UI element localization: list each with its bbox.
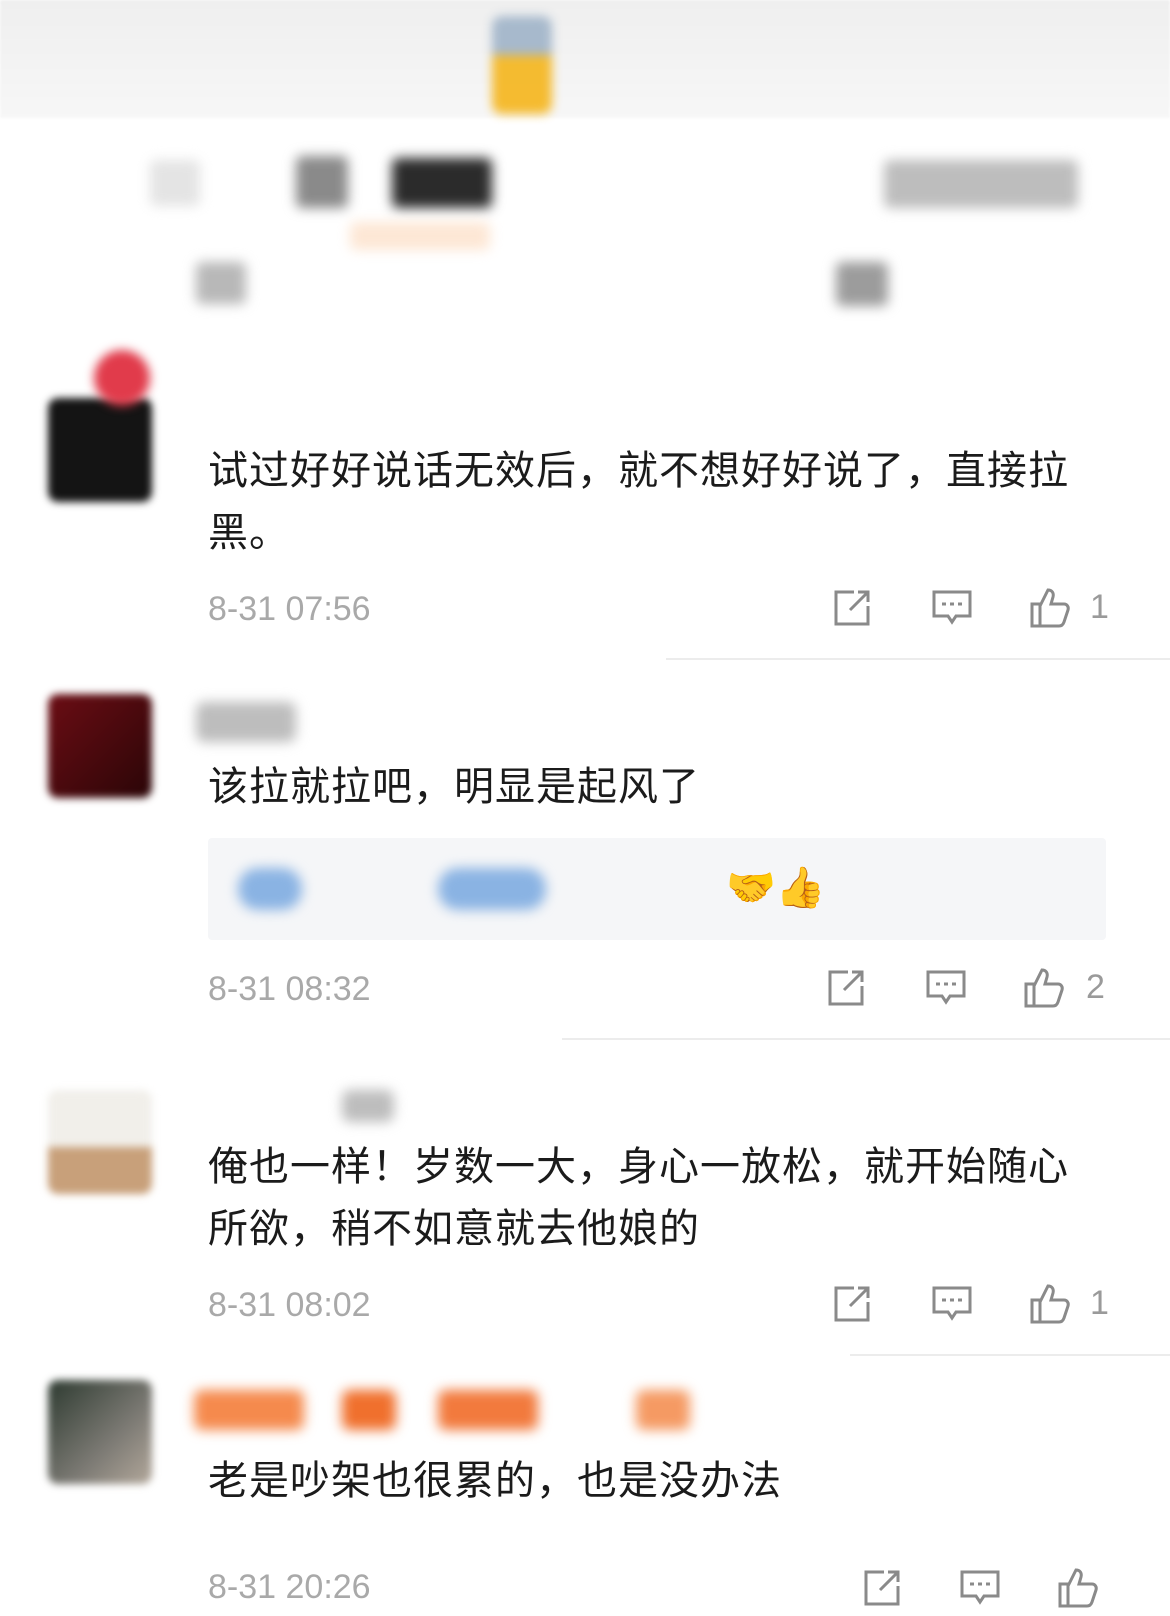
tab-blurred-1[interactable] [296, 156, 348, 208]
quote-emojis: 🤝👍 [726, 865, 826, 911]
username-blurred [342, 1390, 396, 1430]
avatar[interactable] [48, 694, 152, 798]
avatar[interactable] [48, 1380, 152, 1484]
comment-icon[interactable] [930, 1282, 974, 1326]
divider [562, 1038, 1170, 1040]
comment-text: 该拉就拉吧，明显是起风了 [208, 764, 700, 810]
thumbs-up-icon[interactable] [1028, 586, 1072, 630]
comment-icon[interactable] [958, 1566, 1002, 1610]
comment-time: 8-31 08:02 [208, 1286, 371, 1324]
share-icon[interactable] [830, 1282, 874, 1326]
username-blurred[interactable] [196, 702, 296, 742]
blurred-app-icon [492, 16, 552, 114]
comment-icon[interactable] [924, 966, 968, 1010]
share-icon[interactable] [830, 586, 874, 630]
comment-time: 8-31 08:32 [208, 970, 371, 1008]
comment-time: 8-31 07:56 [208, 590, 371, 628]
username-blurred[interactable] [342, 1090, 394, 1122]
blurred-user-link[interactable] [238, 868, 302, 910]
like-count: 2 [1086, 968, 1105, 1006]
comment-text: 老是吵架也很累的，也是没办法 [208, 1458, 782, 1504]
thumbs-up-icon[interactable] [1028, 1282, 1072, 1326]
status-bar [0, 0, 1170, 118]
quoted-reply[interactable]: 🤝👍 [208, 838, 1106, 940]
blurred-user-link[interactable] [438, 868, 546, 910]
comment-icon[interactable] [930, 586, 974, 630]
blurred-sub-item-2[interactable] [836, 262, 888, 306]
like-count: 1 [1090, 1284, 1109, 1322]
tab-blurred-2[interactable] [392, 158, 492, 208]
username-blurred [636, 1390, 690, 1430]
share-icon[interactable] [824, 966, 868, 1010]
comment-actions: 2 [822, 966, 1112, 1016]
comment-text: 俺也一样！岁数一大，身心一放松，就开始随心所欲，稍不如意就去他娘的 [208, 1144, 1069, 1252]
comment-actions: 1 [828, 1282, 1118, 1332]
comment-actions: 1 [828, 586, 1118, 636]
comment-actions [858, 1566, 1118, 1616]
like-count: 1 [1090, 588, 1109, 626]
thumbs-up-icon[interactable] [1056, 1566, 1100, 1610]
avatar[interactable] [48, 398, 152, 502]
thumbs-up-icon[interactable] [1022, 966, 1066, 1010]
divider [850, 1354, 1170, 1356]
comment-time: 8-31 20:26 [208, 1568, 371, 1606]
sort-control-blurred[interactable] [884, 160, 1078, 208]
avatar-badge [94, 350, 150, 406]
username-blurred [438, 1390, 538, 1430]
blurred-sub-item-1[interactable] [196, 262, 246, 304]
back-icon[interactable] [150, 160, 200, 206]
username-blurred[interactable] [194, 1390, 304, 1430]
comment-text: 试过好好说话无效后，就不想好好说了，直接拉黑。 [208, 448, 1069, 556]
avatar[interactable] [48, 1090, 152, 1194]
share-icon[interactable] [860, 1566, 904, 1610]
divider [666, 658, 1170, 660]
tab-indicator [350, 222, 490, 250]
